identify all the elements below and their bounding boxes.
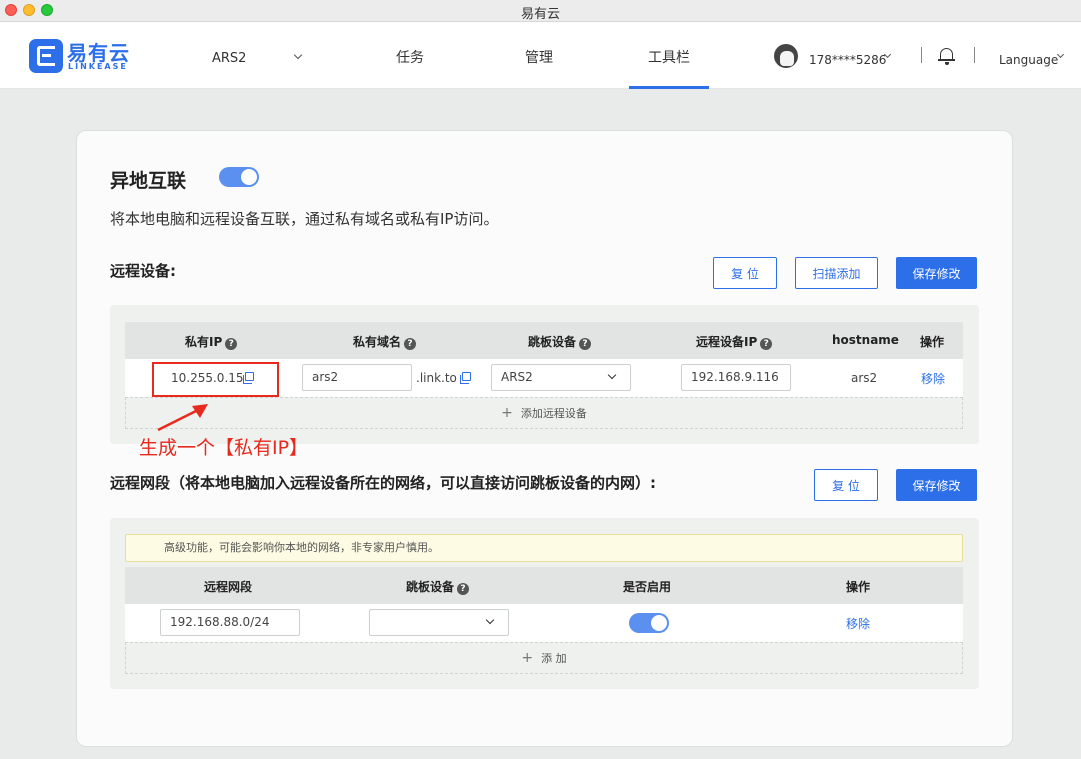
jump-device-value: ARS2 <box>501 370 533 384</box>
language-label: Language <box>999 53 1059 67</box>
help-icon: ? <box>457 583 470 595</box>
column-header: 操作 <box>846 580 871 594</box>
add-segment-button[interactable]: + 添 加 <box>125 642 963 674</box>
remote-segments-title: 远程网段（将本地电脑加入远程设备所在的网络，可以直接访问跳板设备的内网）: <box>110 474 657 492</box>
nav-divider <box>921 47 922 63</box>
language-selector[interactable]: Language <box>999 49 1069 67</box>
reset-devices-button[interactable]: 复 位 <box>713 257 777 289</box>
jump-device-select[interactable]: ARS2 <box>491 364 631 391</box>
remote-ip-input[interactable]: 192.168.9.116 <box>681 364 791 391</box>
column-header: 跳板设备? <box>406 578 470 595</box>
nav-divider <box>974 47 975 63</box>
help-icon: ? <box>760 338 773 350</box>
help-icon: ? <box>579 338 592 350</box>
help-icon: ? <box>404 338 417 350</box>
help-icon: ? <box>225 338 238 350</box>
save-devices-button[interactable]: 保存修改 <box>896 257 977 289</box>
remote-devices-title: 远程设备: <box>110 262 176 280</box>
remote-link-description: 将本地电脑和远程设备互联，通过私有域名或私有IP访问。 <box>110 210 499 228</box>
user-account-menu[interactable]: 178****5286 <box>809 49 894 67</box>
column-header: 是否启用 <box>623 580 672 594</box>
brand-subtitle: LINKEASE <box>68 62 128 71</box>
device-selector[interactable]: ARS2 <box>212 47 307 67</box>
top-navbar: 易有云 LINKEASE ARS2 任务 管理 工具栏 178****5286 … <box>0 22 1081 89</box>
column-header: 远程设备IP? <box>696 333 773 350</box>
plus-icon: + <box>521 650 534 666</box>
copy-icon[interactable] <box>460 372 471 384</box>
column-header: hostname <box>832 333 899 347</box>
device-selector-label: ARS2 <box>212 51 247 66</box>
hostname-value: ars2 <box>851 371 878 385</box>
linkease-logo-icon <box>29 39 63 73</box>
active-tab-indicator <box>629 86 709 89</box>
save-segments-button[interactable]: 保存修改 <box>896 469 977 501</box>
segment-input[interactable]: 192.168.88.0/24 <box>160 609 300 636</box>
nav-tab-tasks[interactable]: 任务 <box>396 47 424 67</box>
nav-tab-toolbar[interactable]: 工具栏 <box>648 47 690 67</box>
user-avatar[interactable] <box>774 44 798 68</box>
reset-segments-button[interactable]: 复 位 <box>814 469 878 501</box>
chevron-down-icon <box>293 50 303 60</box>
add-segment-label: 添 加 <box>541 652 567 665</box>
advanced-warning: 高级功能，可能会影响你本地的网络，非专家用户慎用。 <box>125 534 963 562</box>
chevron-down-icon <box>485 615 495 625</box>
annotation-text: 生成一个【私有IP】 <box>139 437 309 459</box>
user-phone: 178****5286 <box>809 53 887 67</box>
plus-icon: + <box>501 405 513 421</box>
domain-suffix: .link.to <box>416 371 457 385</box>
scan-add-button[interactable]: 扫描添加 <box>795 257 878 289</box>
window-titlebar: 易有云 <box>0 0 1081 22</box>
column-header: 远程网段 <box>204 580 253 594</box>
column-header: 跳板设备? <box>528 333 592 350</box>
remote-segments-table-header: 远程网段 跳板设备? 是否启用 操作 <box>125 567 963 604</box>
remote-devices-table-header: 私有IP? 私有域名? 跳板设备? 远程设备IP? hostname 操作 <box>125 322 963 359</box>
column-header: 私有IP? <box>185 333 238 350</box>
column-header: 私有域名? <box>353 333 417 350</box>
nav-tab-manage[interactable]: 管理 <box>525 47 553 67</box>
remote-link-title: 异地互联 <box>110 170 187 192</box>
remote-link-toggle[interactable] <box>219 167 259 187</box>
add-remote-device-button[interactable]: + 添加远程设备 <box>125 397 963 429</box>
add-remote-device-label: 添加远程设备 <box>520 407 587 420</box>
column-header: 操作 <box>920 335 945 349</box>
annotation-highlight-box <box>152 362 279 397</box>
segment-jump-device-select[interactable] <box>369 609 509 636</box>
chevron-down-icon <box>607 370 617 380</box>
private-domain-input[interactable]: ars2 <box>302 364 412 391</box>
remove-segment-link[interactable]: 移除 <box>846 615 870 632</box>
remove-device-link[interactable]: 移除 <box>921 370 945 387</box>
annotation-arrow <box>157 404 208 432</box>
window-title: 易有云 <box>520 7 560 22</box>
segment-enabled-toggle[interactable] <box>629 613 669 633</box>
